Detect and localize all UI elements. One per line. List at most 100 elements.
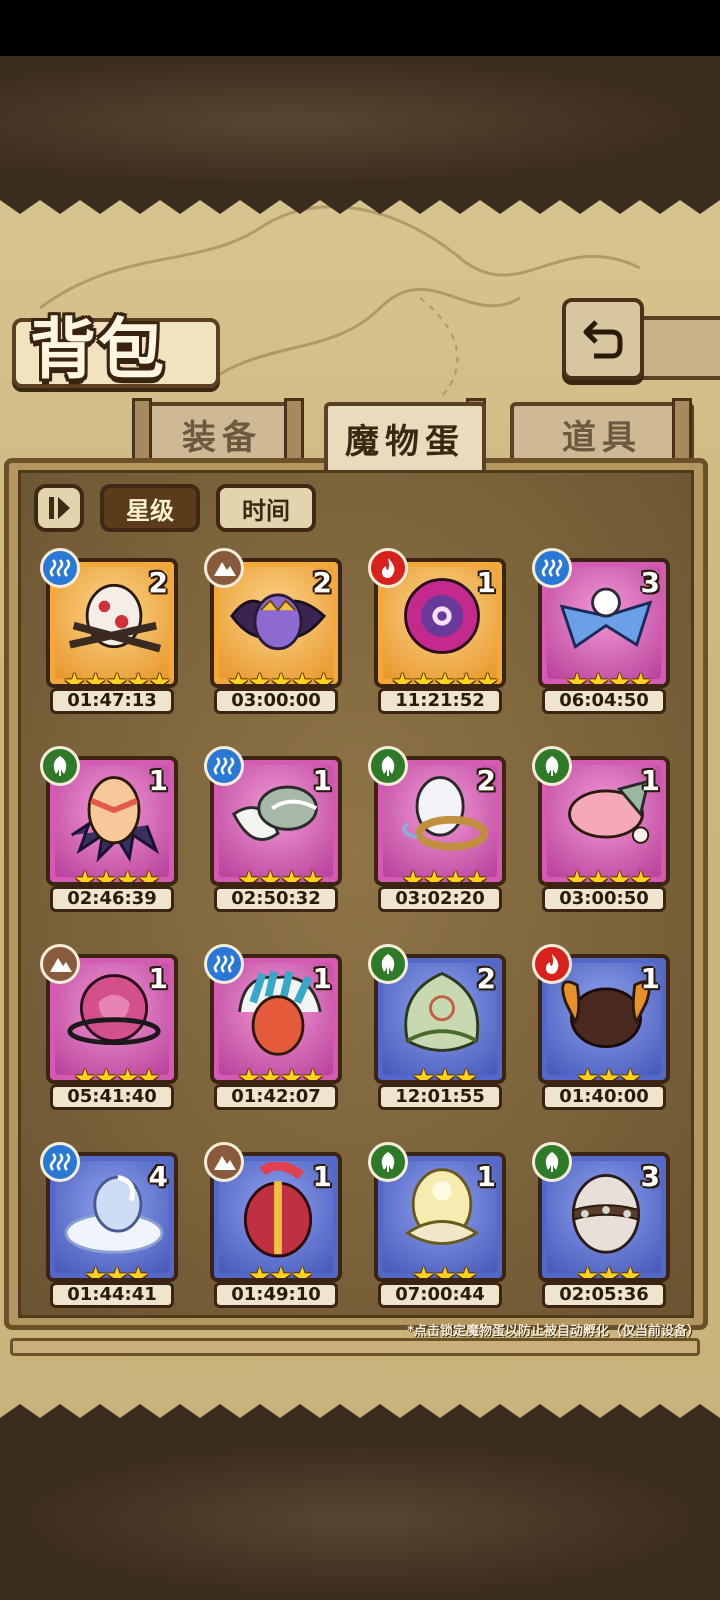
egg-slot[interactable]: 3 ★★★★ 06:04:50 (532, 548, 674, 716)
wood-element-icon (40, 746, 80, 786)
star-rating: ★★★★★ (226, 668, 336, 688)
filter-star-level[interactable]: 星级 (100, 484, 200, 532)
egg-slot[interactable]: 2 ★★★ 12:01:55 (368, 944, 510, 1112)
star-rating: ★★★★★ (390, 668, 500, 688)
tab-items-label: 道具 (562, 417, 642, 458)
egg-count: 2 (312, 566, 332, 599)
egg-count: 4 (148, 1160, 168, 1193)
tab-equipment[interactable]: 装备 (140, 402, 304, 462)
earth-element-icon (40, 944, 80, 984)
status-bar (0, 0, 720, 56)
star-rating: ★★★★ (565, 866, 652, 886)
star-rating: ★★★ (84, 1262, 150, 1282)
egg-slot[interactable]: 1 ★★★★ 05:41:40 (40, 944, 182, 1112)
wood-element-icon (368, 1142, 408, 1182)
water-element-icon (40, 1142, 80, 1182)
star-rating: ★★★★ (401, 866, 488, 886)
egg-count: 1 (312, 962, 332, 995)
egg-slot[interactable]: 4 ★★★ 01:44:41 (40, 1142, 182, 1310)
water-element-icon (40, 548, 80, 588)
water-element-icon (204, 944, 244, 984)
hatch-timer: 02:50:32 (214, 886, 338, 912)
tab-monster-eggs-label: 魔物蛋 (345, 421, 465, 462)
hatch-timer: 03:00:00 (214, 688, 338, 714)
hatch-timer: 12:01:55 (378, 1084, 502, 1110)
egg-count: 1 (312, 764, 332, 797)
sort-order-icon (49, 497, 70, 519)
star-rating: ★★★★ (237, 866, 324, 886)
wood-element-icon (532, 746, 572, 786)
earth-element-icon (204, 548, 244, 588)
back-button[interactable] (562, 298, 644, 380)
sort-order-toggle[interactable] (34, 484, 84, 532)
tab-equipment-label: 装备 (182, 417, 262, 458)
egg-count: 3 (640, 566, 660, 599)
star-rating: ★★★ (412, 1262, 478, 1282)
star-rating: ★★★ (248, 1262, 314, 1282)
egg-count: 1 (148, 962, 168, 995)
egg-count: 3 (640, 1160, 660, 1193)
fire-element-icon (368, 548, 408, 588)
hatch-timer: 11:21:52 (378, 688, 502, 714)
lock-hint-footnote: *点击锁定魔物蛋以防止被自动孵化（仅当前设备） (407, 1324, 700, 1339)
egg-count: 2 (476, 962, 496, 995)
egg-slot[interactable]: 2 ★★★★ 03:02:20 (368, 746, 510, 914)
earth-element-icon (204, 1142, 244, 1182)
egg-slot[interactable]: 2 ★★★★★ 03:00:00 (204, 548, 346, 716)
panel-bottom-rail (10, 1338, 700, 1356)
tab-monster-eggs[interactable]: 魔物蛋 (324, 402, 486, 470)
star-rating: ★★★★ (73, 1064, 160, 1084)
egg-slot[interactable]: 1 ★★★ 01:49:10 (204, 1142, 346, 1310)
map-background-top (0, 56, 720, 188)
hatch-timer: 01:47:13 (50, 688, 174, 714)
star-rating: ★★★★ (237, 1064, 324, 1084)
hatch-timer: 03:02:20 (378, 886, 502, 912)
hatch-timer: 01:49:10 (214, 1282, 338, 1308)
egg-count: 2 (476, 764, 496, 797)
star-rating: ★★★ (576, 1064, 642, 1084)
return-arrow-icon (583, 320, 623, 359)
egg-count: 1 (312, 1160, 332, 1193)
egg-count: 1 (148, 764, 168, 797)
water-element-icon (204, 746, 244, 786)
egg-count: 1 (640, 962, 660, 995)
egg-slot[interactable]: 3 ★★★ 02:05:36 (532, 1142, 674, 1310)
egg-slot[interactable]: 1 ★★★★★ 11:21:52 (368, 548, 510, 716)
fire-element-icon (532, 944, 572, 984)
hatch-timer: 01:42:07 (214, 1084, 338, 1110)
hatch-timer: 06:04:50 (542, 688, 666, 714)
water-element-icon (532, 548, 572, 588)
wood-element-icon (368, 746, 408, 786)
egg-count: 1 (476, 1160, 496, 1193)
egg-slot[interactable]: 2 ★★★★★ 01:47:13 (40, 548, 182, 716)
egg-slot[interactable]: 1 ★★★★ 02:50:32 (204, 746, 346, 914)
egg-count: 2 (148, 566, 168, 599)
torn-edge-bottom (0, 1404, 720, 1444)
filter-time[interactable]: 时间 (216, 484, 316, 532)
hatch-timer: 05:41:40 (50, 1084, 174, 1110)
torn-edge-top (0, 180, 720, 214)
star-rating: ★★★★ (73, 866, 160, 886)
hatch-timer: 02:05:36 (542, 1282, 666, 1308)
hatch-timer: 07:00:44 (378, 1282, 502, 1308)
tab-items[interactable]: 道具 (510, 402, 694, 462)
hatch-timer: 01:40:00 (542, 1084, 666, 1110)
egg-slot[interactable]: 1 ★★★ 07:00:44 (368, 1142, 510, 1310)
star-rating: ★★★ (576, 1262, 642, 1282)
map-background-bottom (0, 1440, 720, 1600)
star-rating: ★★★★★ (62, 668, 172, 688)
egg-slot[interactable]: 1 ★★★★ 01:42:07 (204, 944, 346, 1112)
hatch-timer: 01:44:41 (50, 1282, 174, 1308)
egg-slot[interactable]: 1 ★★★ 01:40:00 (532, 944, 674, 1112)
egg-slot[interactable]: 1 ★★★★ 03:00:50 (532, 746, 674, 914)
egg-count: 1 (640, 764, 660, 797)
wood-element-icon (532, 1142, 572, 1182)
hatch-timer: 02:46:39 (50, 886, 174, 912)
wood-element-icon (368, 944, 408, 984)
star-rating: ★★★ (412, 1064, 478, 1084)
egg-slot[interactable]: 1 ★★★★ 02:46:39 (40, 746, 182, 914)
hatch-timer: 03:00:50 (542, 886, 666, 912)
page-title: 背包 (30, 310, 166, 388)
egg-count: 1 (476, 566, 496, 599)
star-rating: ★★★★ (565, 668, 652, 688)
